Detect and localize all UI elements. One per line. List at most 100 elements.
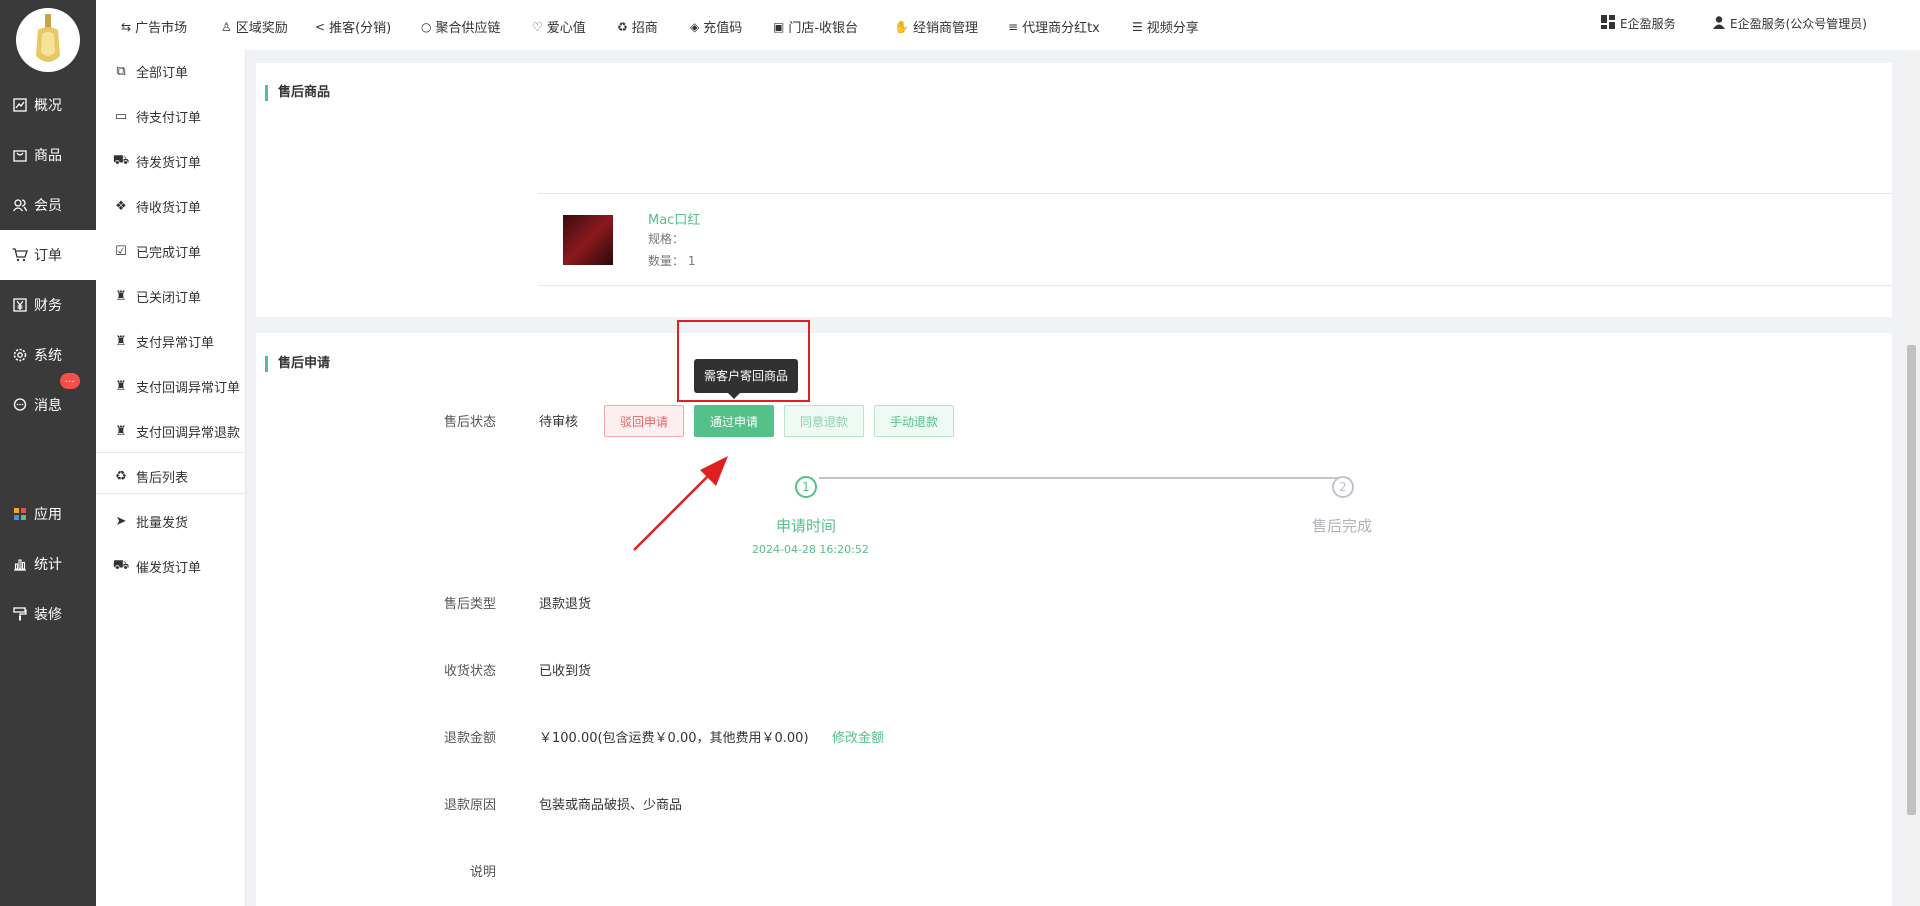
bag-icon (12, 147, 28, 163)
submenu-item-closed[interactable]: ♜ 已关闭订单 (96, 281, 246, 311)
circle-icon: ○ (421, 19, 432, 34)
recycle-icon: ♻ (617, 19, 628, 34)
users-icon (12, 197, 28, 213)
sidebar-item-system[interactable]: 系统 (0, 330, 96, 380)
top-link-distribution[interactable]: < 推客(分销) (315, 17, 391, 37)
top-link-dealer-management[interactable]: ✋ 经销商管理 (894, 17, 978, 37)
paper-plane-icon: ➤ (115, 513, 127, 529)
field-label-remark: 说明 (469, 865, 496, 880)
reject-button[interactable]: 驳回申请 (604, 405, 684, 437)
submenu-item-urge-shipping[interactable]: ⛟ 催发货订单 (96, 551, 246, 581)
field-value-reason: 包装或商品破损、少商品 (539, 798, 683, 813)
scroll-thumb[interactable] (1907, 345, 1916, 815)
service-menu[interactable]: E企盈服务 (1601, 15, 1676, 32)
sidebar-item-label: 应用 (34, 507, 62, 523)
submenu-divider (96, 493, 246, 494)
submenu-item-pending-receipt[interactable]: ❖ 待收货订单 (96, 191, 246, 221)
submenu-item-all-orders[interactable]: ⧉ 全部订单 (96, 56, 246, 86)
pass-button[interactable]: 通过申请 (694, 405, 774, 437)
sidebar-item-label: 概况 (34, 98, 62, 114)
retweet-icon: ⇆ (121, 19, 132, 34)
top-link-love-value[interactable]: ♡ 爱心值 (532, 17, 586, 37)
top-link-video-share[interactable]: ☰ 视频分享 (1132, 17, 1199, 37)
section-title-goods: 售后商品 (265, 85, 330, 101)
submenu-item-pending-payment[interactable]: ▭ 待支付订单 (96, 101, 246, 131)
bars-icon: ≡ (1008, 19, 1019, 34)
sidebar-item-overview[interactable]: 概况 (0, 80, 96, 130)
step-1-time: 2024-04-28 16:20:52 (752, 543, 869, 556)
submenu-item-batch-shipping[interactable]: ➤ 批量发货 (96, 506, 246, 536)
sidebar-item-members[interactable]: 会员 (0, 180, 96, 230)
annotation-arrow (633, 456, 728, 551)
user-menu[interactable]: E企盈服务(公众号管理员) (1713, 15, 1867, 32)
submenu-item-aftersale-list[interactable]: ♻ 售后列表 (96, 461, 246, 491)
message-badge: ... (60, 373, 80, 389)
sidebar-item-label: 统计 (34, 557, 62, 573)
product-row-top-border (538, 193, 1892, 194)
product-row-bottom-border (538, 285, 1892, 286)
product-name[interactable]: Mac口红 (648, 209, 700, 228)
top-link-recharge-code[interactable]: ◈ 充值码 (690, 17, 742, 37)
top-link-supply-chain[interactable]: ○ 聚合供应链 (421, 17, 501, 37)
top-link-investment[interactable]: ♻ 招商 (617, 17, 658, 37)
submenu-divider (96, 452, 246, 453)
sidebar-item-finance[interactable]: 财务 (0, 280, 96, 330)
sidebar-item-label: 会员 (34, 198, 62, 214)
step-connector (819, 477, 1339, 479)
top-link-agent-dividend[interactable]: ≡ 代理商分红tx (1008, 17, 1100, 37)
submenu-item-callback-exception-order[interactable]: ♜ 支付回调异常订单 (96, 371, 246, 401)
sidebar-item-label: 财务 (34, 298, 62, 314)
sidebar-item-orders[interactable]: 订单 (0, 230, 96, 280)
agree-refund-button[interactable]: 同意退款 (784, 405, 864, 437)
product-image[interactable] (563, 215, 613, 265)
child-icon: ♙ (221, 19, 232, 34)
submenu-item-completed[interactable]: ☑ 已完成订单 (96, 236, 246, 266)
submenu-item-pending-shipment[interactable]: ⛟ 待发货订单 (96, 146, 246, 176)
cup-icon: ♜ (115, 423, 127, 439)
gear-icon (12, 347, 28, 363)
field-label-reason: 退款原因 (443, 798, 496, 813)
dashboard-icon (1601, 15, 1615, 32)
sidebar-item-goods[interactable]: 商品 (0, 130, 96, 180)
modify-amount-link[interactable]: 修改金额 (832, 727, 884, 746)
yen-icon (12, 297, 28, 313)
field-label-receipt: 收货状态 (443, 664, 496, 679)
step-2-circle: 2 (1332, 476, 1354, 498)
cup-icon: ♜ (115, 288, 127, 304)
cart-icon (12, 247, 28, 263)
step-2-title: 售后完成 (1312, 517, 1373, 535)
sidebar-item-statistics[interactable]: 统计 (0, 539, 96, 589)
perfume-bottle-icon (36, 14, 60, 62)
dropbox-icon: ❖ (115, 198, 127, 214)
sidebar-item-messages[interactable]: 消息 ... (0, 373, 96, 430)
annotation-highlight-box (677, 320, 810, 402)
truck-icon: ⛟ (112, 557, 130, 573)
card-icon: ▭ (114, 108, 128, 124)
handshake-icon: ✋ (894, 19, 909, 34)
submenu-item-callback-exception-refund[interactable]: ♜ 支付回调异常退款 (96, 416, 246, 446)
submenu-item-payment-exception[interactable]: ♜ 支付异常订单 (96, 326, 246, 356)
chat-icon (12, 397, 28, 413)
sidebar-item-decoration[interactable]: 装修 (0, 589, 96, 639)
top-link-ad-market[interactable]: ⇆ 广告市场 (121, 17, 187, 37)
order-submenu: ⧉ 全部订单 ▭ 待支付订单 ⛟ 待发货订单 ❖ 待收货订单 ☑ 已完成订单 ♜ 已关闭订单… (96, 50, 246, 906)
field-value-refund-amount: ￥100.00(包含运费￥0.00，其他费用￥0.00) (539, 731, 809, 746)
page-scrollbar[interactable] (1903, 50, 1920, 906)
grid-icon (12, 506, 28, 522)
cup-icon: ♜ (115, 378, 127, 394)
manual-refund-button[interactable]: 手动退款 (874, 405, 954, 437)
paint-roller-icon (12, 606, 28, 622)
top-link-store-cashier[interactable]: ▣ 门店-收银台 (773, 17, 858, 37)
sidebar-item-label: 系统 (34, 348, 62, 364)
status-label: 售后状态 (443, 415, 496, 430)
bar-chart-icon (12, 556, 28, 572)
top-navbar: ⇆ 广告市场 ♙ 区域奖励 < 推客(分销) ○ 聚合供应链 ♡ 爱心值 ♻ 招商 ◈ 充值码… (96, 0, 1920, 50)
field-label-type: 售后类型 (443, 597, 496, 612)
user-icon (1713, 15, 1725, 32)
logo[interactable] (16, 8, 80, 72)
step-1-circle: 1 (795, 476, 817, 498)
top-link-region-reward[interactable]: ♙ 区域奖励 (221, 17, 288, 37)
recycle-icon: ♻ (115, 468, 127, 484)
status-value: 待审核 (539, 415, 579, 430)
sidebar-item-apps[interactable]: 应用 (0, 489, 96, 539)
